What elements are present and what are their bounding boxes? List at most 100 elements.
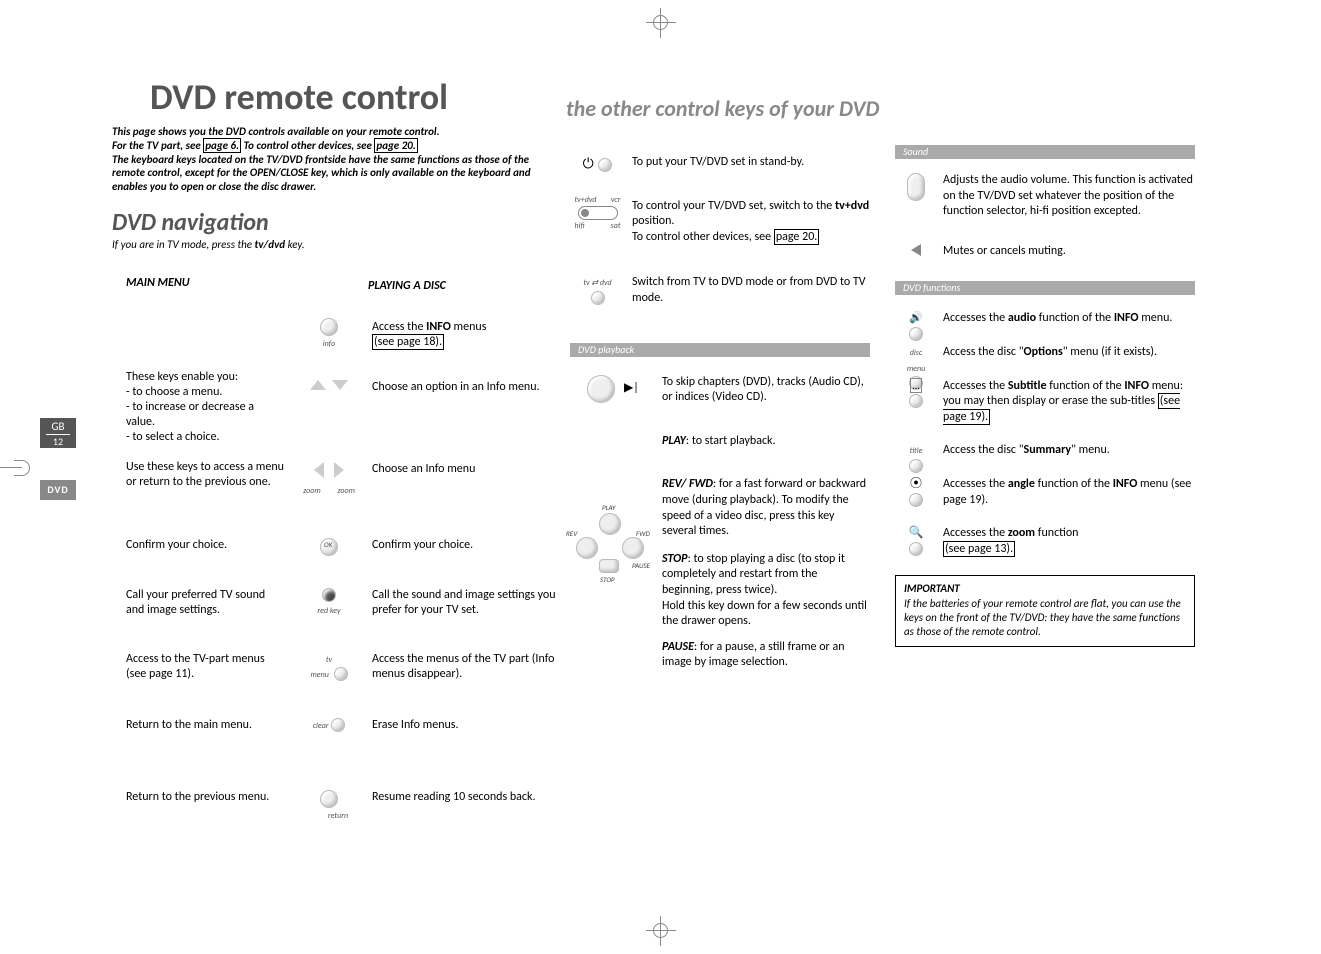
desc: Access the menus of the TV part (Info me… bbox=[372, 652, 557, 682]
angle-button-icon bbox=[909, 493, 923, 507]
icon-label: tv bbox=[326, 655, 332, 665]
other-controls-column: ⏻ To put your TV/DVD set in stand-by. tv… bbox=[570, 155, 870, 699]
section-heading: DVD navigation bbox=[112, 208, 269, 237]
desc: Accesses the audio function of the INFO … bbox=[943, 311, 1195, 327]
desc: To control your TV/DVD set, switch to th… bbox=[632, 199, 870, 246]
zoom-icon: 🔍 bbox=[909, 526, 924, 540]
list-item: title Access the disc "Summary" menu. bbox=[895, 443, 1195, 459]
icon-label: title bbox=[910, 446, 923, 456]
desc: Confirm your choice. bbox=[126, 538, 284, 553]
desc: Confirm your choice. bbox=[372, 538, 557, 553]
list-item: PLAY: to start playback. bbox=[570, 434, 870, 450]
icon-label: hifi bbox=[575, 221, 585, 231]
red-key-icon bbox=[322, 588, 336, 602]
side-tab-gb: GB 12 bbox=[40, 418, 76, 448]
page-ref-link: page 20. bbox=[374, 138, 417, 153]
desc: To skip chapters (DVD), tracks (Audio CD… bbox=[662, 375, 870, 406]
list-item: PLAY REV FWD PAUSE STOP REV/ FWD: for a … bbox=[570, 477, 870, 539]
desc: Return to the main menu. bbox=[126, 718, 284, 733]
icon-label: zoom bbox=[337, 486, 355, 496]
icon-label: zoom bbox=[303, 486, 321, 496]
section-bar-playback: DVD playback bbox=[570, 343, 870, 357]
text: If you are in TV mode, press the bbox=[112, 238, 255, 251]
section-bar-sound: Sound bbox=[895, 145, 1195, 159]
icon-label: REV bbox=[566, 529, 577, 538]
desc: Call your preferred TV sound and image s… bbox=[126, 588, 284, 618]
icon-label: return bbox=[328, 811, 348, 821]
text: key. bbox=[285, 238, 304, 251]
desc: Access the disc "Options" menu (if it ex… bbox=[943, 345, 1195, 361]
desc: These keys enable you: - to choose a men… bbox=[126, 370, 284, 445]
icon-label: info bbox=[323, 339, 335, 349]
desc: Mutes or cancels muting. bbox=[943, 244, 1195, 260]
skip-button-icon bbox=[587, 375, 615, 403]
desc: Choose an Info menu bbox=[372, 462, 557, 477]
icon-label: tv+dvd bbox=[575, 195, 597, 205]
mute-icon bbox=[911, 244, 921, 256]
list-item: ⏻ To put your TV/DVD set in stand-by. bbox=[570, 155, 870, 171]
side-tab-label: DVD bbox=[47, 483, 68, 496]
important-text: If the batteries of your remote control … bbox=[904, 597, 1186, 640]
list-item: Mutes or cancels muting. bbox=[895, 244, 1195, 260]
desc: Accesses the Subtitle function of the IN… bbox=[943, 379, 1195, 426]
intro-paragraph: This page shows you the DVD controls ava… bbox=[112, 125, 537, 194]
list-item: tv ⇄ dvd Switch from TV to DVD mode or f… bbox=[570, 275, 870, 306]
desc: STOP: to stop playing a disc (to stop it… bbox=[662, 552, 870, 630]
info-button-icon bbox=[320, 318, 338, 336]
zoom-button-icon bbox=[909, 542, 923, 556]
section-bar-functions: DVD functions bbox=[895, 281, 1195, 295]
desc: REV/ FWD: for a fast forward or backward… bbox=[662, 477, 870, 539]
side-tab-page: 12 bbox=[46, 434, 70, 448]
desc: Accesses the zoom function (see page 13)… bbox=[943, 526, 1195, 557]
clear-button-icon bbox=[331, 718, 345, 732]
text: To control other devices, see bbox=[241, 139, 374, 152]
desc: To put your TV/DVD set in stand-by. bbox=[632, 155, 870, 171]
desc: Access the disc "Summary" menu. bbox=[943, 443, 1195, 459]
desc: Accesses the angle function of the INFO … bbox=[943, 477, 1195, 508]
down-arrow-icon bbox=[332, 380, 348, 390]
title-button-icon bbox=[909, 459, 923, 473]
standby-icon: ⏻ bbox=[583, 155, 594, 172]
crop-mark-icon bbox=[646, 916, 676, 946]
text: This page shows you the DVD controls ava… bbox=[112, 125, 440, 138]
angle-icon: ⦿ bbox=[910, 477, 922, 491]
standby-button-icon bbox=[598, 158, 612, 172]
function-selector-icon bbox=[578, 206, 618, 220]
icon-label: PLAY bbox=[602, 503, 615, 512]
text: tv/dvd bbox=[255, 238, 286, 251]
desc: Call the sound and image settings you pr… bbox=[372, 588, 557, 618]
right-column: Sound Adjusts the audio volume. This fun… bbox=[895, 145, 1195, 647]
list-item: PAUSE: for a pause, a still frame or an … bbox=[570, 640, 870, 671]
subtitle-button-icon bbox=[909, 394, 923, 408]
page-subtitle: the other control keys of your DVD bbox=[566, 95, 879, 122]
page-ref-link: (see page 13). bbox=[943, 541, 1015, 557]
skip-forward-icon: ▶| bbox=[624, 381, 639, 395]
icon-label: OK bbox=[324, 541, 332, 550]
desc: Erase Info menus. bbox=[372, 718, 557, 733]
up-arrow-icon bbox=[310, 380, 326, 390]
list-item: tv+dvd vcr hifi sat To control your TV/D… bbox=[570, 199, 870, 246]
icon-label: disc bbox=[910, 348, 922, 358]
desc: Adjusts the audio volume. This function … bbox=[943, 173, 1195, 220]
desc: Switch from TV to DVD mode or from DVD t… bbox=[632, 275, 870, 306]
list-item: Adjusts the audio volume. This function … bbox=[895, 173, 1195, 220]
tv-menu-button-icon bbox=[334, 667, 348, 681]
list-item: disc menu Access the disc "Options" menu… bbox=[895, 345, 1195, 361]
binding-mark-icon bbox=[0, 455, 28, 481]
desc: Resume reading 10 seconds back. bbox=[372, 790, 557, 805]
ok-button-icon: OK bbox=[320, 538, 338, 556]
list-item: … Accesses the Subtitle function of the … bbox=[895, 379, 1195, 426]
play-button-icon bbox=[599, 513, 621, 535]
section-sub: If you are in TV mode, press the tv/dvd … bbox=[112, 238, 305, 251]
desc: Choose an option in an Info menu. bbox=[372, 380, 557, 395]
side-tab-label: GB bbox=[52, 420, 65, 433]
icon-label: red key bbox=[317, 606, 340, 616]
desc: PLAY: to start playback. bbox=[662, 434, 870, 450]
tv-dvd-toggle-icon bbox=[591, 291, 605, 305]
page-ref-link: (see page 18). bbox=[372, 334, 444, 350]
page-ref-link: page 6. bbox=[203, 138, 241, 153]
icon-label: tv ⇄ dvd bbox=[583, 278, 611, 288]
audio-icon: 🔊 bbox=[909, 311, 923, 324]
list-item: ▶| To skip chapters (DVD), tracks (Audio… bbox=[570, 375, 870, 406]
left-arrow-icon bbox=[314, 462, 324, 478]
